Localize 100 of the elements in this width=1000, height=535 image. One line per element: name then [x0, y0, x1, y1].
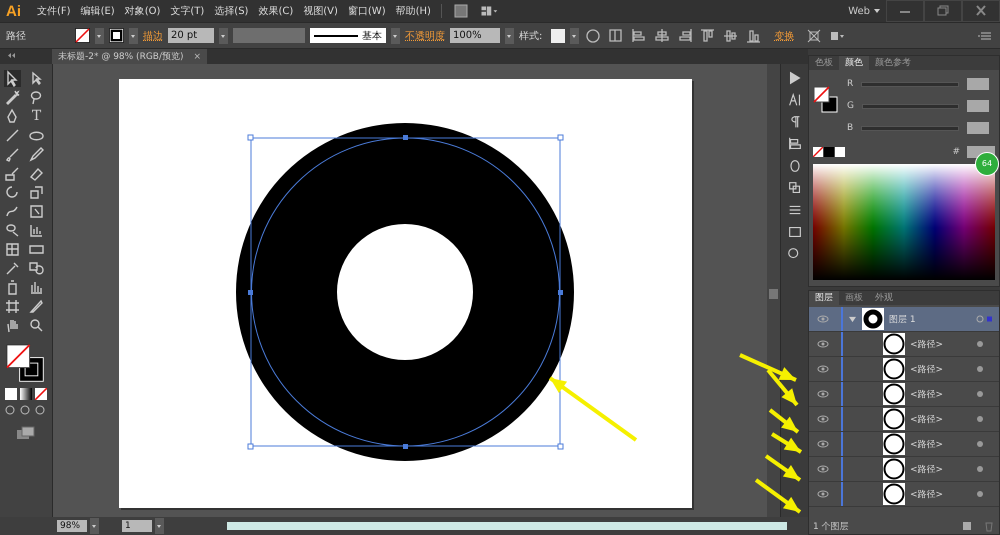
- minimize-icon[interactable]: [886, 0, 924, 22]
- hex-label: #: [952, 147, 960, 157]
- eye-icon[interactable]: [817, 490, 829, 498]
- eye-icon[interactable]: [817, 365, 829, 373]
- stroke-weight-field[interactable]: 20 pt: [168, 28, 214, 43]
- zoom-field[interactable]: 98%: [57, 520, 87, 532]
- brush-icon[interactable]: [4, 146, 21, 163]
- eye-icon[interactable]: [817, 465, 829, 473]
- type-tool[interactable]: T: [28, 108, 45, 125]
- magic-wand-icon[interactable]: [4, 89, 21, 106]
- close-icon[interactable]: [962, 0, 1000, 22]
- align-icon[interactable]: [786, 136, 802, 152]
- panel-tab[interactable]: 画板: [839, 291, 869, 305]
- eraser-icon[interactable]: [28, 165, 45, 182]
- blob-brush-icon[interactable]: [4, 165, 21, 182]
- opacity-field[interactable]: 100%: [450, 28, 500, 43]
- menu-item[interactable]: 效果(C): [258, 4, 294, 18]
- column-graph-icon[interactable]: [28, 279, 45, 296]
- eyedropper-icon[interactable]: [4, 260, 21, 277]
- eye-icon[interactable]: [817, 340, 829, 348]
- path-row[interactable]: <路径>: [809, 357, 999, 382]
- path-row[interactable]: <路径>: [809, 382, 999, 407]
- caret-icon[interactable]: [874, 9, 880, 13]
- stroke-swatch[interactable]: [109, 28, 124, 43]
- layer-name[interactable]: 图层 1: [889, 312, 975, 326]
- eye-icon[interactable]: [817, 440, 829, 448]
- eye-icon[interactable]: [817, 415, 829, 423]
- character-icon[interactable]: [786, 92, 802, 108]
- style-swatch[interactable]: [551, 28, 566, 42]
- panel-tab[interactable]: 颜色参考: [869, 56, 917, 70]
- none-swatch[interactable]: [813, 147, 823, 157]
- horizontal-scrollbar[interactable]: [227, 522, 787, 530]
- opacity-link[interactable]: 不透明度: [405, 28, 445, 42]
- path-name[interactable]: <路径>: [910, 488, 975, 500]
- blend-icon[interactable]: [28, 260, 45, 277]
- artboard-field[interactable]: 1: [122, 520, 152, 532]
- path-name[interactable]: <路径>: [910, 438, 975, 450]
- panel-tab[interactable]: 外观: [869, 291, 899, 305]
- restore-icon[interactable]: [924, 0, 962, 22]
- shape-builder-icon[interactable]: [4, 222, 21, 239]
- channel-value-field[interactable]: [967, 122, 989, 134]
- zoom-icon[interactable]: [28, 317, 45, 334]
- path-row[interactable]: <路径>: [809, 332, 999, 357]
- path-name[interactable]: <路径>: [910, 462, 975, 476]
- none-mode-button[interactable]: [35, 388, 47, 400]
- align-center-icon[interactable]: [653, 26, 672, 44]
- color-swatch[interactable]: [824, 147, 834, 157]
- workspace-switcher[interactable]: Web: [848, 6, 870, 16]
- panel-tab[interactable]: 颜色: [839, 56, 869, 70]
- menu-item[interactable]: 对象(O): [124, 4, 160, 18]
- line-icon[interactable]: [4, 127, 21, 144]
- document-tab[interactable]: 未标题-2* @ 98% (RGB/预览) ×: [52, 49, 208, 64]
- panel-tab[interactable]: 色板: [809, 56, 839, 70]
- color-mode-button[interactable]: [5, 388, 17, 400]
- stroke-profile-dropdown[interactable]: 基本: [310, 28, 386, 43]
- menu-item[interactable]: 编辑(E): [80, 4, 115, 18]
- close-tab-button[interactable]: ×: [194, 52, 202, 62]
- gradient-mode-button[interactable]: [20, 388, 32, 400]
- menu-item[interactable]: 文字(T): [170, 4, 204, 18]
- stroke-link[interactable]: 描边: [143, 28, 163, 42]
- vertical-scrollbar[interactable]: [767, 64, 780, 517]
- mesh-icon[interactable]: [4, 241, 21, 258]
- menu-item[interactable]: 文件(F): [37, 4, 71, 18]
- fill-stroke-icon[interactable]: [6, 344, 46, 384]
- target-icon[interactable]: [975, 315, 995, 323]
- path-name[interactable]: <路径>: [910, 388, 975, 400]
- path-row[interactable]: <路径>: [809, 482, 999, 507]
- transform-link[interactable]: 变换: [774, 28, 794, 42]
- layer-row[interactable]: 图层 1: [809, 307, 999, 332]
- new-layer-icon[interactable]: [961, 520, 973, 532]
- path-name[interactable]: <路径>: [910, 412, 975, 426]
- path-row[interactable]: <路径>: [809, 407, 999, 432]
- channel-value-field[interactable]: [967, 78, 989, 90]
- bridge-icon[interactable]: [452, 2, 470, 20]
- fill-swatch[interactable]: [75, 28, 90, 43]
- slice-icon[interactable]: [28, 298, 45, 315]
- panel-tab[interactable]: 图层: [809, 291, 839, 305]
- selection-arrow-icon[interactable]: [4, 70, 21, 87]
- collapse-icon[interactable]: [8, 53, 16, 58]
- free-transform-icon[interactable]: [28, 203, 45, 220]
- artboard-icon[interactable]: [4, 298, 21, 315]
- menu-item[interactable]: 选择(S): [214, 4, 248, 18]
- path-row[interactable]: <路径>: [809, 432, 999, 457]
- scale-icon[interactable]: [28, 184, 45, 201]
- pathfinder-icon[interactable]: [786, 180, 802, 196]
- expand-triangle-icon[interactable]: [849, 316, 856, 322]
- menu-item[interactable]: 视图(V): [303, 4, 338, 18]
- menu-item[interactable]: 窗口(W): [348, 4, 386, 18]
- path-name[interactable]: <路径>: [910, 362, 975, 376]
- pencil-icon[interactable]: [28, 146, 45, 163]
- path-row[interactable]: <路径>: [809, 457, 999, 482]
- color-swatch[interactable]: [835, 147, 845, 157]
- screen-mode-icon[interactable]: [16, 426, 36, 440]
- channel-value-field[interactable]: [967, 100, 989, 112]
- isolate-icon[interactable]: [805, 26, 824, 44]
- menu-item[interactable]: 帮助(H): [396, 4, 431, 18]
- graph-icon[interactable]: [28, 222, 45, 239]
- eye-icon[interactable]: [817, 390, 829, 398]
- fill-stroke-icon[interactable]: [813, 86, 839, 114]
- path-name[interactable]: <路径>: [910, 338, 975, 350]
